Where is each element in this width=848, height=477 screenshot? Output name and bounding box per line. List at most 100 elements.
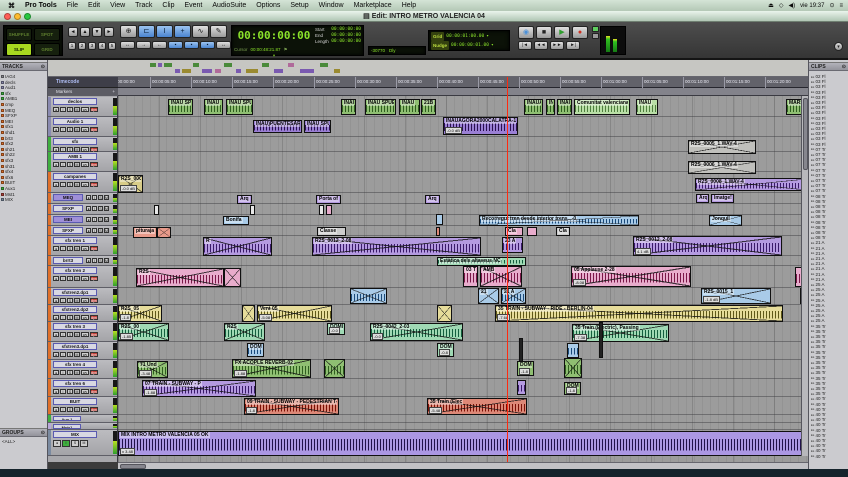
track-name[interactable]: sfx tren 4	[53, 361, 97, 368]
audio-clip[interactable]: Comunitat valenciana v	[574, 99, 630, 115]
timecode-ruler[interactable]: 00:00:00:0000:00:05:0000:00:10:0000:00:1…	[118, 77, 808, 88]
track-s-button[interactable]: S	[67, 298, 73, 303]
tracks-list-item[interactable]: sh21	[1, 147, 15, 152]
track-s-button[interactable]: S	[67, 162, 73, 167]
audio-clip[interactable]: INAU	[557, 99, 572, 115]
track-view-tag[interactable]: wv	[81, 407, 89, 412]
track-m-button[interactable]: M	[74, 127, 80, 132]
zoom-preset-1[interactable]: 1	[68, 42, 76, 50]
track-●-button[interactable]: ●	[53, 246, 59, 251]
audio-clip[interactable]: Classe	[317, 227, 346, 236]
audio-clip[interactable]: R2S_0042_2-03-0.0	[370, 323, 463, 341]
audio-clip[interactable]	[242, 305, 255, 322]
audio-clip[interactable]	[250, 205, 255, 215]
track-view-tag[interactable]: dyn	[90, 162, 98, 167]
track-s-button[interactable]: S	[98, 228, 103, 233]
menubar-clock[interactable]: vie 19:37	[800, 3, 824, 9]
audio-clip[interactable]: R2S_05-1.8	[118, 305, 162, 322]
markers-ruler[interactable]	[118, 88, 808, 96]
audio-clip[interactable]: R2S_0012_2-08	[312, 237, 481, 256]
transport-options[interactable]	[592, 26, 599, 39]
track-view-tag[interactable]: dyn	[90, 407, 98, 412]
track-i-button[interactable]: I	[60, 332, 66, 337]
track-view-tag[interactable]: wv	[81, 389, 89, 394]
audio-clip[interactable]: FX ACOPLE REVERB-02-1.88	[232, 359, 311, 378]
audio-clip[interactable]: 35 TRAIN - SUBWAY - RIDE - BERLIN-04-7.6…	[495, 305, 783, 322]
track-i-button[interactable]: I	[60, 246, 66, 251]
audio-clip[interactable]: Vent 05-5.08	[257, 305, 332, 322]
track-i-button[interactable]: I	[60, 162, 66, 167]
track-●-button[interactable]: ●	[53, 407, 59, 412]
track-●-button[interactable]: ●	[53, 315, 59, 320]
track-●-button[interactable]: ●	[53, 389, 59, 394]
audio-clip[interactable]: INAU	[341, 99, 356, 115]
track-view-tag[interactable]: wv	[81, 315, 89, 320]
track-view-tag[interactable]: dyn	[90, 182, 98, 187]
track-name[interactable]: SFXP	[53, 205, 83, 212]
audio-clip[interactable]: Jonquil	[709, 215, 742, 226]
tracks-list-item[interactable]: decls	[1, 80, 16, 85]
pencil-tool[interactable]: ✎	[210, 25, 227, 38]
track-m-button[interactable]: M	[74, 162, 80, 167]
grid-setting[interactable]: Grid00:00:01:00.00▾	[431, 32, 507, 41]
tracks-list-item[interactable]: SFXP	[1, 113, 17, 118]
tracks-list-header[interactable]: TRACKS⊙	[0, 62, 47, 71]
audio-clip[interactable]: 21B R	[421, 99, 436, 115]
track-name[interactable]: sfxtren3.dp1	[53, 343, 97, 350]
display-icon[interactable]: ◇	[779, 2, 784, 9]
zoom-toggle-button[interactable]: ↔	[216, 41, 231, 49]
track-i-button[interactable]: I	[92, 206, 97, 211]
track-header[interactable]: SFXP●ISM	[48, 226, 118, 236]
audio-clip[interactable]	[350, 288, 387, 304]
track-s-button[interactable]: S	[67, 407, 73, 412]
audio-clip[interactable]	[154, 205, 159, 215]
track-view-tag[interactable]: dyn	[90, 332, 98, 337]
audio-clip[interactable]: Estàtica dels altaveus NC	[437, 257, 526, 266]
insertion-follows-button[interactable]: ▪	[200, 41, 215, 49]
track-view-tag[interactable]: dyn	[90, 389, 98, 394]
track-m-button[interactable]: M	[74, 315, 80, 320]
track-header[interactable]: SFXP●ISM	[48, 204, 118, 215]
track-m-button[interactable]: M	[104, 228, 109, 233]
track-●-button[interactable]: ●	[53, 182, 59, 187]
audio-clip[interactable]: DOMI-0.0	[327, 323, 345, 335]
audio-clip[interactable]	[436, 227, 440, 236]
track-●-button[interactable]: ●	[53, 352, 59, 357]
audio-clip[interactable]: Arq	[425, 195, 440, 204]
track-header[interactable]: Mstr1	[48, 423, 118, 430]
track-name[interactable]: Mstr1	[53, 424, 81, 429]
horizontal-scrollbar[interactable]	[118, 462, 808, 469]
track-i-button[interactable]: I	[92, 195, 97, 200]
track-view-tag[interactable]: dyn	[90, 315, 98, 320]
fast-forward-button[interactable]: ►►	[550, 41, 564, 50]
track-i-button[interactable]: I	[60, 298, 66, 303]
track-name[interactable]: Audio 1	[53, 118, 97, 125]
audio-clip[interactable]: INAU	[399, 99, 420, 115]
audio-clip[interactable]: 05 Applause 2-28-8.08	[571, 266, 691, 287]
track-view-tag[interactable]: wv	[81, 127, 89, 132]
track-name[interactable]: sfx tren 2	[53, 267, 97, 274]
track-name[interactable]: sfx tren 3	[53, 323, 97, 330]
track-s-button[interactable]: S	[67, 370, 73, 375]
audio-clip[interactable]: Arq!	[696, 194, 709, 203]
track-●-button[interactable]: ●	[53, 127, 59, 132]
zoom-preset-4[interactable]: 4	[98, 42, 106, 50]
online-button[interactable]: ◉	[518, 26, 534, 39]
audio-clip[interactable]: Arq	[237, 195, 252, 204]
spotlight-icon[interactable]: ⊙	[829, 2, 834, 9]
link-track-button[interactable]: ▪	[184, 41, 199, 49]
menu-view[interactable]: View	[105, 2, 130, 9]
track-view-tag[interactable]: dyn	[90, 127, 98, 132]
audio-clip[interactable]: INAU SPU	[168, 99, 193, 115]
track-header[interactable]: sfx●ISMwvdyn	[48, 137, 118, 152]
audio-clip[interactable]: DOMI	[247, 343, 264, 357]
track-m-button[interactable]: M	[74, 389, 80, 394]
notification-center-icon[interactable]: ≡	[839, 3, 843, 9]
audio-clip[interactable]	[326, 205, 332, 215]
menu-marketplace[interactable]: Marketplace	[349, 2, 397, 9]
audio-clip[interactable]: R2S_0006_1.WAV-4	[688, 161, 756, 174]
track-view-tag[interactable]: wv	[81, 352, 89, 357]
track-m-button[interactable]: M	[74, 107, 80, 112]
tracks-list-item[interactable]: Aud1	[1, 85, 16, 90]
clips-list-header[interactable]: CLIPS⊙	[809, 62, 848, 71]
